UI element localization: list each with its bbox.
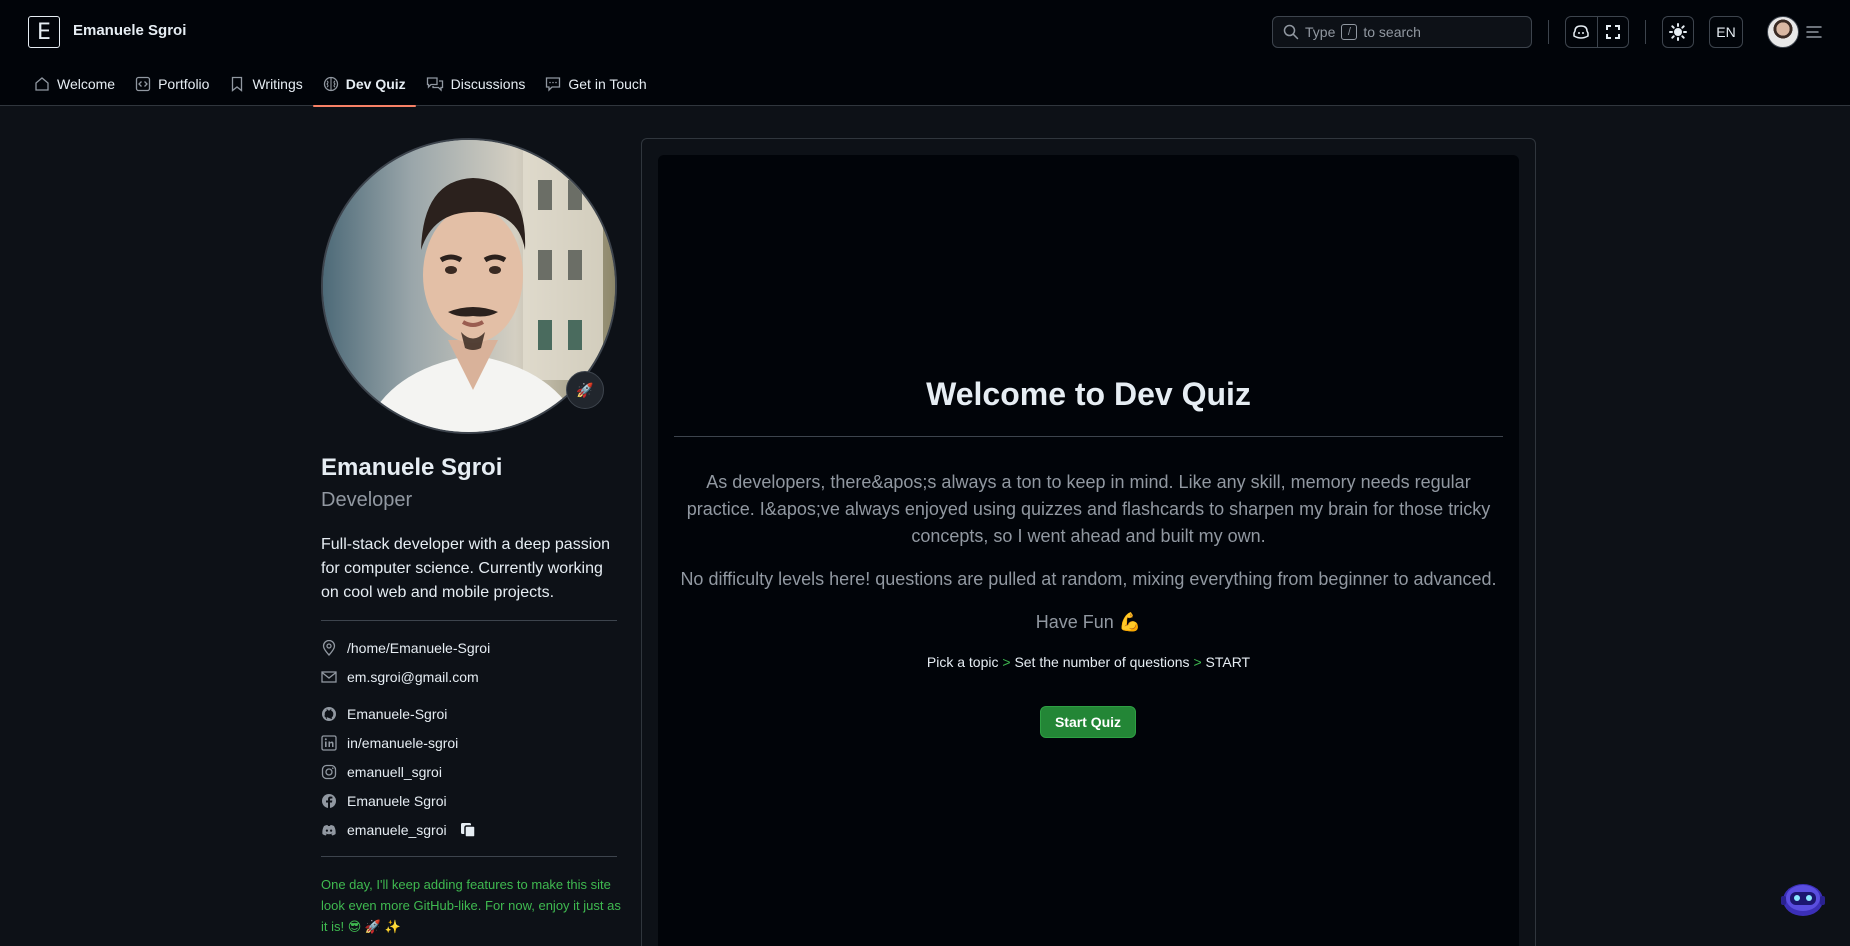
quiz-title: Welcome to Dev Quiz [926, 376, 1251, 412]
bookmark-icon [232, 76, 243, 92]
mail-icon [321, 671, 337, 683]
header-divider [1548, 20, 1549, 44]
main-nav: Welcome Portfolio Writings Dev Quiz Disc… [24, 62, 657, 107]
quiz-difficulty-text: No difficulty levels here! questions are… [680, 569, 1497, 589]
location-text: /home/Emanuele-Sgroi [347, 640, 491, 656]
nav-get-in-touch[interactable]: Get in Touch [535, 62, 656, 106]
tools-button-group [1565, 16, 1629, 48]
quiz-step-topic: Pick a topic [926, 654, 999, 670]
menu-icon[interactable] [1806, 24, 1822, 40]
comment-icon [546, 77, 561, 92]
nav-label: Dev Quiz [345, 76, 406, 92]
copilot-button[interactable] [1566, 17, 1597, 47]
quiz-intro-text: As developers, there&apos;s always a ton… [686, 472, 1491, 546]
search-label-after: to search [1363, 24, 1421, 40]
nav-welcome[interactable]: Welcome [24, 62, 125, 106]
facebook-row[interactable]: Emanuele Sgroi [321, 791, 447, 811]
comment-discussion-icon [426, 77, 443, 92]
copilot-icon [1573, 25, 1589, 39]
sun-icon [1669, 23, 1687, 41]
github-row[interactable]: Emanuele-Sgroi [321, 704, 447, 724]
brain-icon [323, 76, 338, 92]
nav-label: Get in Touch [568, 76, 647, 92]
top-header: E Emanuele Sgroi Type / to search EN Wel… [0, 0, 1850, 107]
nav-label: Writings [252, 76, 303, 92]
quiz-have-fun-text: Have Fun 💪 [1035, 612, 1142, 632]
quiz-steps: Pick a topic > Set the number of questio… [658, 654, 1519, 670]
instagram-icon [321, 764, 337, 780]
code-square-icon [135, 76, 151, 92]
location-row: /home/Emanuele-Sgroi [321, 638, 490, 658]
user-avatar[interactable] [1767, 16, 1799, 48]
nav-discussions[interactable]: Discussions [416, 62, 536, 106]
status-badge[interactable]: 🚀 [566, 371, 604, 409]
profile-bio: Full-stack developer with a deep passion… [321, 536, 611, 601]
nav-portfolio[interactable]: Portfolio [125, 62, 219, 106]
profile-role: Developer [321, 489, 413, 511]
quiz-welcome-card [658, 155, 1519, 946]
linkedin-icon [321, 735, 337, 751]
copy-icon[interactable] [459, 821, 477, 839]
step-separator: > [1193, 654, 1202, 670]
facebook-icon [322, 794, 336, 808]
search-icon [1283, 24, 1299, 40]
nav-writings[interactable]: Writings [219, 62, 312, 106]
location-icon [322, 640, 336, 656]
start-quiz-button[interactable]: Start Quiz [1040, 706, 1136, 738]
github-icon [322, 707, 336, 721]
sidebar-divider [321, 620, 617, 621]
nav-label: Welcome [57, 76, 116, 92]
email-link[interactable]: em.sgroi@gmail.com [347, 669, 479, 685]
search-label-before: Type [1305, 24, 1336, 40]
chatbot-robot-icon[interactable] [1780, 878, 1826, 918]
theme-toggle-button[interactable] [1662, 16, 1694, 48]
instagram-link[interactable]: emanuell_sgroi [347, 764, 442, 780]
sidebar-divider [321, 856, 617, 857]
discord-handle: emanuele_sgroi [347, 822, 447, 838]
slash-key-hint: / [1341, 24, 1358, 40]
discord-icon [322, 824, 336, 836]
nav-label: Discussions [450, 76, 526, 92]
language-button[interactable]: EN [1709, 16, 1743, 48]
home-icon [35, 77, 49, 91]
discord-row[interactable]: emanuele_sgroi [321, 820, 477, 840]
sidebar-footnote: One day, I'll keep adding features to ma… [321, 877, 621, 934]
step-separator: > [1002, 654, 1011, 670]
email-row[interactable]: em.sgroi@gmail.com [321, 667, 479, 687]
github-link[interactable]: Emanuele-Sgroi [347, 706, 447, 722]
nav-label: Portfolio [158, 76, 210, 92]
nav-dev-quiz[interactable]: Dev Quiz [312, 62, 416, 107]
header-divider [1645, 20, 1646, 44]
linkedin-link[interactable]: in/emanuele-sgroi [347, 735, 458, 751]
profile-name: Emanuele Sgroi [321, 454, 503, 481]
search-input[interactable]: Type / to search [1272, 16, 1532, 48]
fullscreen-icon [1605, 25, 1620, 39]
quiz-step-number: Set the number of questions [1014, 654, 1190, 670]
facebook-link[interactable]: Emanuele Sgroi [347, 793, 447, 809]
quiz-title-divider [674, 436, 1503, 437]
site-title[interactable]: Emanuele Sgroi [73, 22, 186, 39]
quiz-step-start: START [1205, 654, 1251, 670]
fullscreen-button[interactable] [1596, 17, 1629, 47]
instagram-row[interactable]: emanuell_sgroi [321, 762, 442, 782]
linkedin-row[interactable]: in/emanuele-sgroi [321, 733, 458, 753]
site-logo[interactable]: E [28, 16, 60, 48]
rocket-icon: 🚀 [576, 381, 594, 398]
